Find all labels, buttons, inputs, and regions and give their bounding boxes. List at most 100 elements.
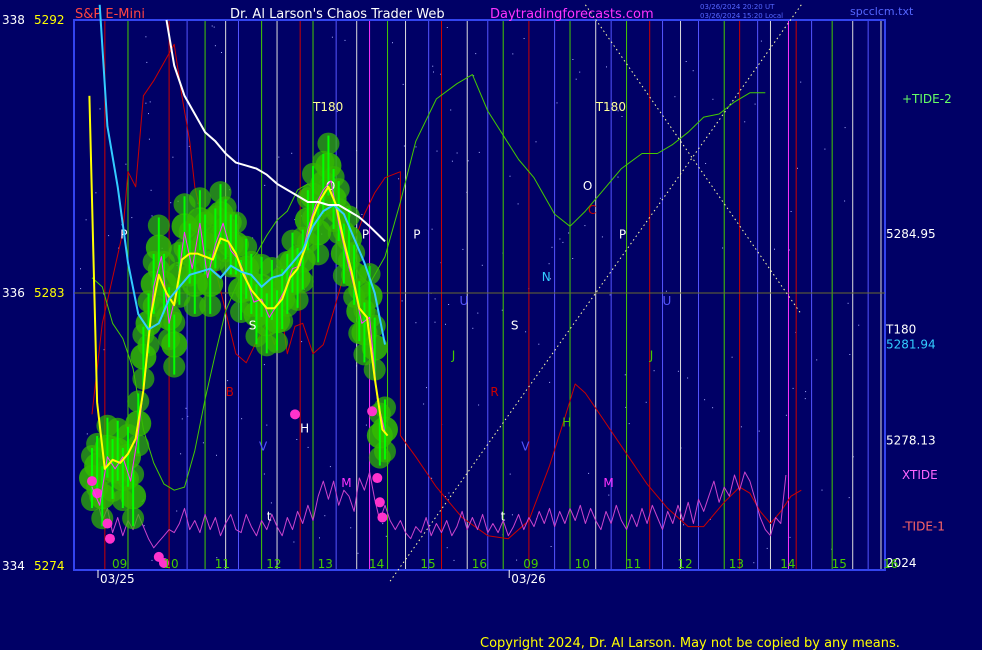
star-dot: [146, 61, 148, 63]
star-dot: [80, 288, 82, 290]
star-dot: [722, 247, 724, 249]
star-dot: [568, 232, 570, 234]
right-axis-label: T180: [885, 322, 916, 336]
star-dot: [753, 562, 755, 564]
site-title: Dr. Al Larson's Chaos Trader Web: [230, 7, 445, 22]
star-dot: [478, 151, 480, 153]
star-dot: [572, 59, 574, 60]
star-dot: [844, 127, 846, 129]
annotation-label: P: [619, 227, 626, 241]
star-dot: [80, 268, 81, 270]
star-dot: [151, 215, 153, 217]
star-dot: [704, 399, 706, 401]
star-dot: [125, 163, 127, 165]
star-dot: [477, 312, 479, 314]
annotation-label: O: [583, 179, 592, 193]
star-dot: [446, 27, 448, 28]
star-dot: [617, 176, 619, 178]
star-dot: [677, 370, 679, 372]
star-dot: [624, 374, 626, 376]
star-dot: [556, 102, 558, 104]
magenta-dot: [374, 497, 385, 508]
annotation-label: C: [588, 203, 596, 217]
star-dot: [143, 525, 145, 527]
star-dot: [816, 359, 818, 361]
annotation-label: J: [451, 349, 456, 363]
timestamp-ut: 03/26/2024 20:20 UT: [700, 3, 775, 11]
star-dot: [431, 228, 433, 230]
star-dot: [319, 537, 320, 539]
star-dot: [266, 424, 268, 426]
star-dot: [86, 433, 88, 435]
star-dot: [824, 148, 826, 150]
star-dot: [263, 364, 265, 366]
star-dot: [170, 202, 172, 204]
right-axis-label: 5284.95: [886, 227, 936, 241]
star-dot: [609, 294, 611, 296]
annotation-label: V: [521, 440, 530, 454]
annotation-label: P: [413, 227, 420, 241]
right-axis-label: +TIDE-2: [902, 92, 952, 106]
x-hour-label: 14: [780, 557, 795, 571]
star-dot: [448, 304, 450, 305]
star-dot: [263, 473, 265, 475]
y-price-label: 5274: [34, 559, 65, 573]
x-date-label: 03/26: [511, 572, 546, 586]
x-hour-label: 12: [266, 557, 281, 571]
x-hour-label: 11: [215, 557, 230, 571]
star-dot: [692, 70, 694, 72]
star-dot: [344, 39, 346, 41]
star-dot: [712, 98, 714, 100]
star-dot: [221, 52, 222, 53]
star-dot: [324, 515, 326, 517]
star-dot: [674, 96, 676, 98]
y-tick-label: 336: [2, 286, 25, 300]
annotation-label: V: [259, 440, 268, 454]
star-dot: [621, 116, 623, 117]
star-dot: [758, 430, 760, 432]
star-dot: [398, 178, 400, 180]
star-dot: [211, 25, 213, 27]
star-dot: [227, 380, 229, 382]
star-dot: [293, 541, 295, 543]
star-dot: [188, 145, 190, 147]
star-dot: [687, 377, 689, 379]
annotation-label: J: [649, 349, 654, 363]
star-dot: [213, 26, 215, 28]
star-dot: [448, 492, 450, 494]
star-dot: [85, 219, 87, 221]
star-dot: [548, 263, 550, 265]
star-dot: [740, 426, 742, 428]
star-dot: [385, 535, 387, 537]
star-dot: [403, 145, 405, 147]
star-dot: [789, 536, 791, 538]
star-dot: [549, 381, 551, 383]
star-dot: [575, 78, 577, 80]
star-dot: [628, 423, 630, 425]
star-dot: [800, 81, 802, 83]
star-dot: [149, 101, 151, 103]
star-dot: [453, 559, 455, 561]
star-dot: [426, 387, 427, 389]
star-dot: [450, 109, 452, 111]
star-dot: [150, 189, 152, 191]
annotation-label: S: [511, 318, 519, 332]
star-dot: [176, 510, 178, 512]
star-dot: [181, 418, 183, 420]
x-hour-label: 14: [369, 557, 384, 571]
star-dot: [588, 472, 590, 474]
site-link[interactable]: Daytradingforecasts.com: [490, 7, 654, 22]
star-dot: [551, 246, 553, 248]
y-tick-label: 338: [2, 13, 25, 27]
star-dot: [415, 322, 417, 324]
star-dot: [462, 248, 464, 250]
star-dot: [151, 559, 153, 561]
annotation-label: t: [267, 510, 272, 524]
star-dot: [264, 184, 266, 186]
star-dot: [792, 387, 794, 389]
star-dot: [516, 559, 518, 561]
star-dot: [423, 403, 425, 405]
star-dot: [270, 502, 272, 504]
copyright: Copyright 2024, Dr. Al Larson. May not b…: [480, 636, 900, 650]
star-dot: [307, 446, 309, 448]
